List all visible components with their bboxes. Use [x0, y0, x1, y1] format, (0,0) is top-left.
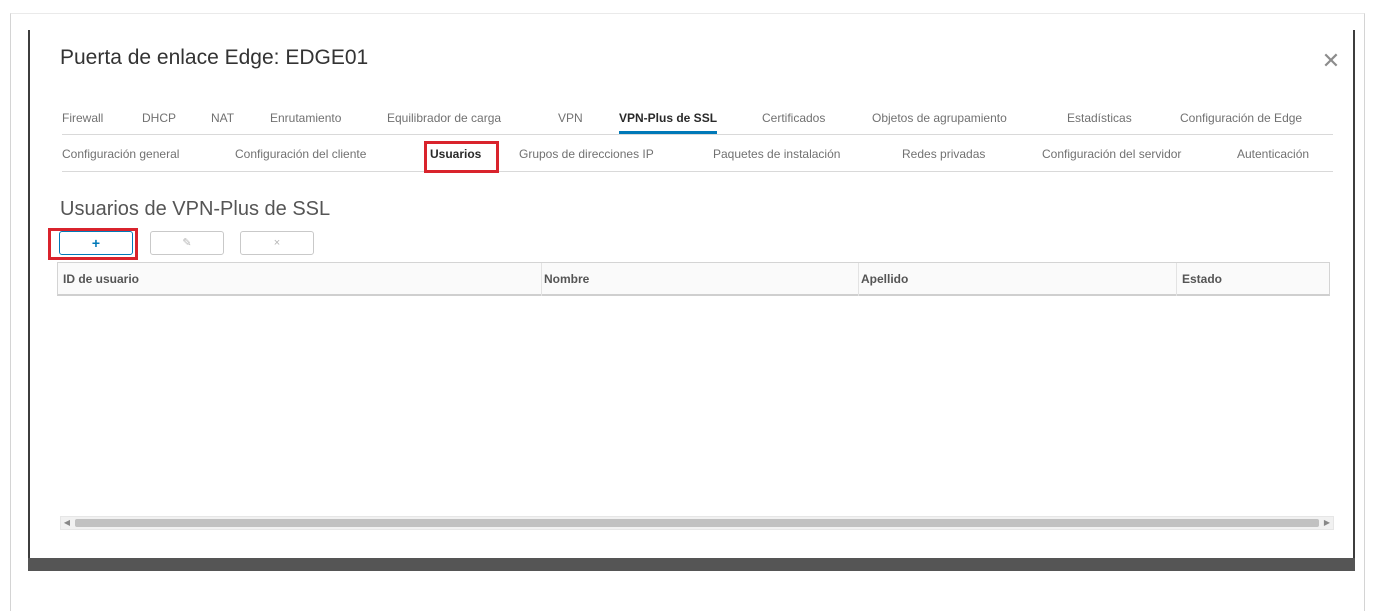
edge-gateway-dialog: Puerta de enlace Edge: EDGE01 ✕ Firewall… — [28, 30, 1355, 558]
subtab-configuracion-del-cliente[interactable]: Configuración del cliente — [235, 147, 366, 161]
tab-vpn[interactable]: VPN — [558, 111, 583, 125]
scroll-thumb[interactable] — [75, 519, 1319, 527]
column-divider — [858, 263, 859, 296]
add-button-highlight-box — [48, 228, 138, 260]
tab-vpn-plus-ssl[interactable]: VPN-Plus de SSL — [619, 111, 718, 134]
tab-dhcp[interactable]: DHCP — [142, 111, 176, 125]
column-id-de-usuario[interactable]: ID de usuario — [63, 272, 139, 286]
tab-equilibrador-de-carga[interactable]: Equilibrador de carga — [387, 111, 501, 125]
delete-user-button[interactable]: × — [240, 231, 314, 255]
edit-user-button[interactable]: ✎ — [150, 231, 224, 255]
tab-firewall[interactable]: Firewall — [62, 111, 103, 125]
tab-enrutamiento[interactable]: Enrutamiento — [270, 111, 341, 125]
subtab-configuracion-general[interactable]: Configuración general — [62, 147, 179, 161]
column-divider — [1176, 263, 1177, 296]
column-nombre[interactable]: Nombre — [544, 272, 589, 286]
section-title: Usuarios de VPN-Plus de SSL — [60, 198, 331, 220]
close-icon[interactable]: ✕ — [1319, 50, 1343, 74]
subtab-autenticacion[interactable]: Autenticación — [1237, 147, 1309, 161]
main-tabs: Firewall DHCP NAT Enrutamiento Equilibra… — [62, 107, 1333, 135]
tab-objetos-de-agrupamiento[interactable]: Objetos de agrupamiento — [872, 111, 1007, 125]
subtab-redes-privadas[interactable]: Redes privadas — [902, 147, 985, 161]
subtab-grupos-de-direcciones-ip[interactable]: Grupos de direcciones IP — [519, 147, 654, 161]
users-grid-header: ID de usuario Nombre Apellido Estado — [57, 262, 1330, 296]
subtab-configuracion-del-servidor[interactable]: Configuración del servidor — [1042, 147, 1181, 161]
column-divider — [541, 263, 542, 296]
background-page-strip — [28, 557, 1355, 571]
subtab-paquetes-de-instalacion[interactable]: Paquetes de instalación — [713, 147, 840, 161]
sub-tabs: Configuración general Configuración del … — [62, 138, 1333, 172]
tab-nat[interactable]: NAT — [211, 111, 234, 125]
usuarios-highlight-box — [424, 141, 499, 173]
dialog-title: Puerta de enlace Edge: EDGE01 — [60, 46, 369, 69]
tab-certificados[interactable]: Certificados — [762, 111, 825, 125]
edit-icon: ✎ — [182, 237, 192, 249]
scroll-right-icon[interactable]: ▶ — [1321, 517, 1333, 529]
tab-estadisticas[interactable]: Estadísticas — [1067, 111, 1132, 125]
horizontal-scrollbar[interactable]: ◀ ▶ — [60, 516, 1334, 530]
column-estado[interactable]: Estado — [1182, 272, 1222, 286]
scroll-left-icon[interactable]: ◀ — [61, 517, 73, 529]
column-apellido[interactable]: Apellido — [861, 272, 908, 286]
tab-configuracion-de-edge[interactable]: Configuración de Edge — [1180, 111, 1302, 125]
